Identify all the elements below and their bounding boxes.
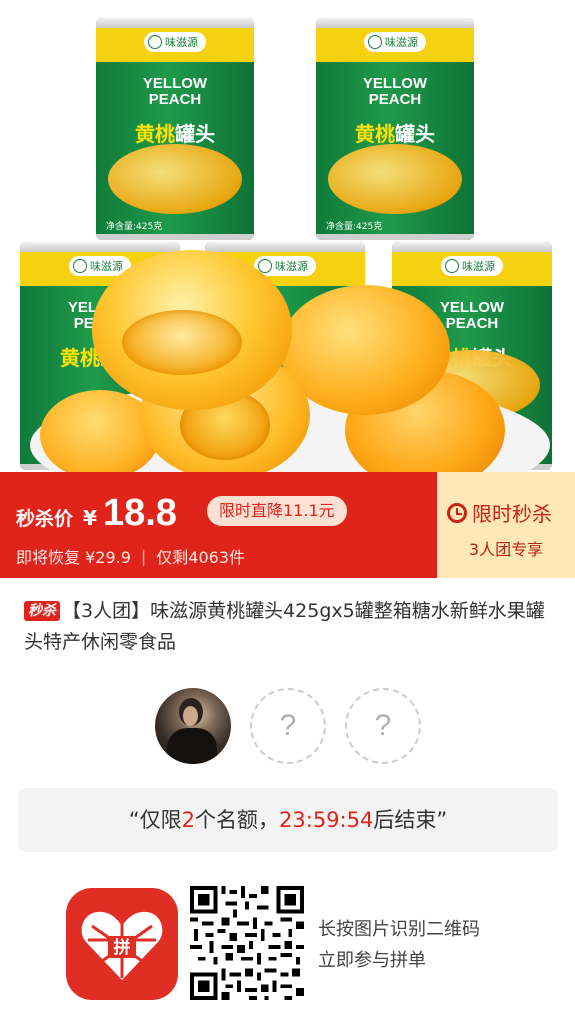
price-label: 秒杀价	[16, 508, 74, 530]
product-title-text: 【3人团】味滋源黄桃罐头425gx5罐整箱糖水新鲜水果罐头特产休闲零食品	[24, 600, 545, 653]
product-hero-image[interactable]: 味滋源 YELLOW PEACH 黄桃罐头 净含量:425克 味滋源 YELLOW…	[0, 0, 575, 472]
countdown-box: “仅限2个名额，23:59:54后结束”	[18, 788, 558, 852]
can-back-left: 味滋源 YELLOW PEACH 黄桃罐头 净含量:425克	[96, 18, 254, 240]
price-banner: 秒杀价 ¥ 18.8 限时直降11.1元 即将恢复 ¥29.9 | 仅剩4063…	[0, 472, 575, 578]
countdown-suffix: 后结束”	[373, 808, 448, 832]
flash-sale-price-panel: 秒杀价 ¥ 18.8 限时直降11.1元 即将恢复 ¥29.9 | 仅剩4063…	[0, 472, 437, 578]
brand-logo: 味滋源	[144, 32, 206, 52]
group-members: ? ?	[0, 688, 575, 764]
pinduoduo-app-icon: 拼	[66, 888, 178, 1000]
group-exclusive-label: 3人团专享	[468, 540, 544, 559]
question-mark-icon: ?	[279, 709, 297, 742]
stock-remaining: 仅剩4063件	[156, 548, 246, 567]
countdown-prefix: “仅限	[128, 808, 182, 832]
avatar[interactable]	[155, 688, 231, 764]
svg-text:拼: 拼	[114, 937, 131, 958]
divider: |	[140, 546, 147, 566]
brand-logo: 味滋源	[364, 32, 426, 52]
share-footer: 拼 长按图片识别二维码 立即参与拼单	[0, 884, 575, 1004]
product-title: 秒杀 【3人团】味滋源黄桃罐头425gx5罐整箱糖水新鲜水果罐头特产休闲零食品	[24, 596, 554, 658]
question-mark-icon: ?	[374, 709, 392, 742]
qr-code[interactable]	[190, 886, 304, 1000]
countdown-mid: 个名额，	[195, 808, 280, 832]
scan-line-1: 长按图片识别二维码	[318, 919, 480, 940]
scan-instructions: 长按图片识别二维码 立即参与拼单	[318, 914, 480, 976]
empty-slot[interactable]: ?	[345, 688, 421, 764]
restore-price-text: 即将恢复 ¥29.9	[16, 548, 131, 567]
brand-logo: 味滋源	[441, 256, 503, 276]
empty-slot[interactable]: ?	[250, 688, 326, 764]
countdown-timer: 23:59:54	[279, 808, 374, 832]
heart-grid-icon: 拼	[81, 911, 163, 980]
sale-price: 18.8	[102, 492, 177, 534]
remaining-slots: 2	[181, 808, 196, 832]
currency-symbol: ¥	[83, 506, 97, 530]
scan-line-2: 立即参与拼单	[318, 950, 426, 971]
flash-sale-tag: 秒杀	[24, 601, 60, 621]
flash-sale-tag-panel: 限时秒杀 3人团专享	[437, 472, 575, 578]
clock-icon	[447, 502, 467, 523]
flash-sale-label: 限时秒杀	[472, 502, 552, 526]
peach-half	[92, 250, 292, 410]
price-drop-badge: 限时直降11.1元	[207, 496, 347, 526]
can-back-right: 味滋源 YELLOW PEACH 黄桃罐头 净含量:425克	[316, 18, 474, 240]
